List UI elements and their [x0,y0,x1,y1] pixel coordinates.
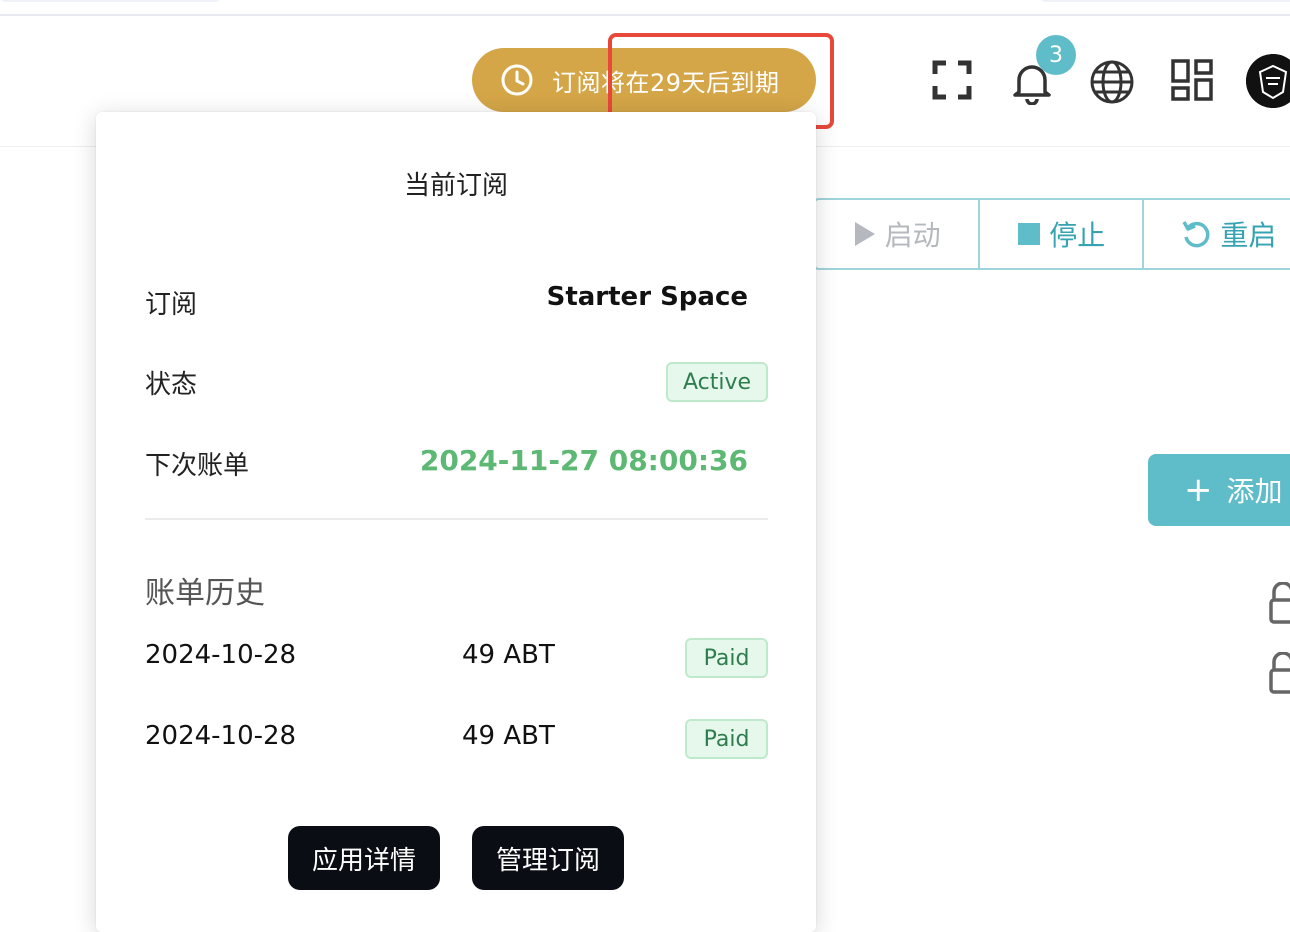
start-label: 启动 [884,219,941,252]
manage-subscription-button[interactable]: 管理订阅 [472,826,624,890]
notification-count-badge: 3 [1036,35,1076,75]
fullscreen-icon[interactable] [930,60,974,100]
start-button[interactable]: 启动 [815,200,978,268]
top-divider [0,14,1290,16]
add-label: 添加 [1226,475,1283,508]
plan-label: 订阅 [145,290,198,320]
stop-label: 停止 [1049,219,1106,252]
paid-badge: Paid [685,719,768,759]
lock-icon [1268,651,1290,698]
stop-button[interactable]: 停止 [978,200,1142,268]
plus-icon: + [1184,470,1213,510]
history-row-amount: 49 ABT [462,721,555,751]
restart-button[interactable]: 重启 [1142,200,1290,268]
history-row-date: 2024-10-28 [145,721,297,751]
add-button[interactable]: + 添加 [1148,454,1290,526]
apps-grid-icon[interactable] [1168,58,1216,102]
app-action-bar: 启动 停止 重启 [813,198,1290,270]
avatar[interactable] [1246,54,1290,108]
subscription-popover: 当前订阅 订阅 Starter Space 状态 Active 下次账单 202… [96,112,816,932]
section-divider [145,518,768,520]
top-tab-left [0,0,220,2]
top-tab-right [1040,0,1290,2]
lock-icon [1268,581,1290,628]
next-bill-label: 下次账单 [145,451,250,481]
status-label: 状态 [145,370,198,400]
status-badge: Active [666,362,768,402]
history-row-date: 2024-10-28 [145,640,297,670]
billing-history-title: 账单历史 [145,576,265,611]
plan-value: Starter Space [546,282,748,312]
restart-label: 重启 [1220,219,1277,252]
clock-icon [500,63,534,97]
history-row-amount: 49 ABT [462,640,555,670]
next-bill-value: 2024-11-27 08:00:36 [419,444,748,477]
paid-badge: Paid [685,638,768,678]
app-details-button[interactable]: 应用详情 [288,826,440,890]
globe-icon[interactable] [1088,58,1136,106]
popover-title: 当前订阅 [403,171,508,201]
